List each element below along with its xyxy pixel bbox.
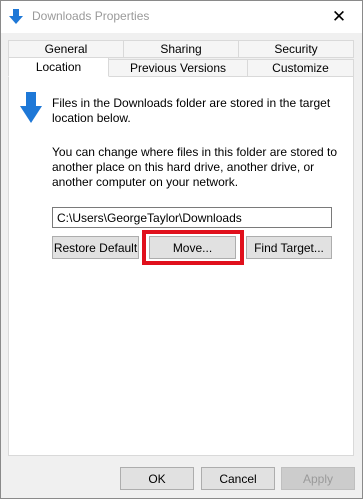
tab-general[interactable]: General bbox=[8, 40, 124, 58]
tab-security[interactable]: Security bbox=[238, 40, 354, 58]
tab-label: Sharing bbox=[160, 42, 202, 56]
location-panel bbox=[8, 76, 354, 456]
button-label: OK bbox=[148, 471, 166, 486]
location-description: Files in the Downloads folder are stored… bbox=[52, 96, 331, 125]
change-location-description: You can change where files in this folde… bbox=[52, 145, 338, 189]
restore-default-button[interactable]: Restore Default bbox=[52, 236, 139, 259]
tab-label: Location bbox=[35, 60, 82, 74]
target-path-field[interactable] bbox=[52, 207, 332, 228]
highlight-box bbox=[142, 230, 244, 265]
find-target-button[interactable]: Find Target... bbox=[246, 236, 332, 259]
title-bar: Downloads Properties ✕ bbox=[1, 1, 362, 33]
tab-previous-versions[interactable]: Previous Versions bbox=[108, 59, 248, 77]
button-label: Cancel bbox=[219, 471, 257, 486]
tab-sharing[interactable]: Sharing bbox=[123, 40, 239, 58]
tab-label: Security bbox=[274, 42, 318, 56]
window-title: Downloads Properties bbox=[32, 9, 150, 23]
tab-label: Previous Versions bbox=[129, 61, 227, 75]
cancel-button[interactable]: Cancel bbox=[201, 467, 275, 490]
download-arrow-icon bbox=[20, 92, 42, 123]
close-button[interactable]: ✕ bbox=[316, 1, 362, 32]
ok-button[interactable]: OK bbox=[120, 467, 194, 490]
button-label: Restore Default bbox=[53, 240, 138, 255]
button-label: Apply bbox=[302, 471, 334, 486]
button-label: Find Target... bbox=[254, 240, 324, 255]
download-arrow-icon bbox=[9, 9, 23, 24]
close-icon: ✕ bbox=[331, 7, 347, 26]
tab-label: General bbox=[44, 42, 88, 56]
apply-button[interactable]: Apply bbox=[281, 467, 355, 490]
tab-location[interactable]: Location bbox=[8, 57, 109, 77]
tab-customize[interactable]: Customize bbox=[247, 59, 354, 77]
tab-label: Customize bbox=[272, 61, 329, 75]
